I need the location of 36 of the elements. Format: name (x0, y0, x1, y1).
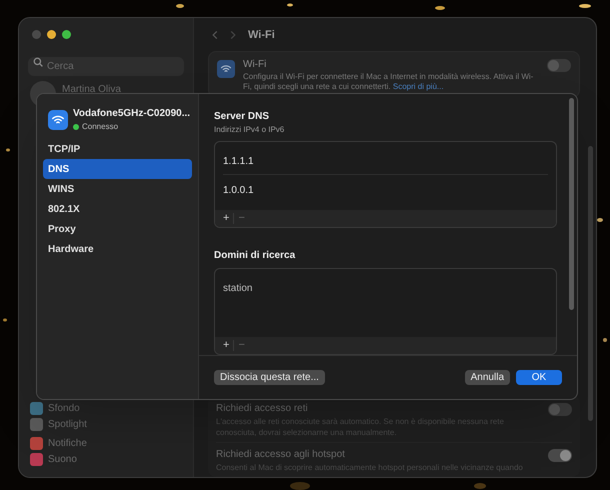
ok-button[interactable]: OK (516, 370, 562, 385)
search-field[interactable]: Cerca (28, 57, 184, 76)
window-title: Wi-Fi (248, 28, 275, 43)
sheet-tab[interactable]: TCP/IP (43, 139, 192, 159)
setting-title: Richiedi accesso agli hotspot (216, 448, 346, 462)
forward-icon[interactable] (230, 30, 236, 40)
search-icon (33, 57, 43, 67)
minimize-button[interactable] (47, 30, 56, 39)
sheet-tab[interactable]: Hardware (43, 239, 192, 259)
setting-title: Richiedi accesso reti (216, 402, 309, 416)
network-status: Connesso (82, 121, 118, 133)
learn-more-link[interactable]: Scopri di più... (392, 82, 444, 91)
close-button[interactable] (32, 30, 41, 39)
back-icon[interactable] (212, 30, 218, 40)
section-title: Server DNS (214, 110, 270, 124)
toggle-switch[interactable] (547, 59, 571, 72)
zoom-button[interactable] (62, 30, 71, 39)
action-button[interactable]: Dissocia questa rete... (214, 370, 325, 385)
add-button[interactable]: + (219, 340, 234, 351)
toggle-switch[interactable] (548, 403, 572, 416)
action-button[interactable]: Annulla (464, 370, 510, 385)
wifi-icon (220, 63, 232, 75)
list-entry[interactable]: 1.0.0.1 (223, 185, 254, 196)
network-name: Vodafone5GHz-C02090... (73, 107, 190, 121)
toggle-switch[interactable] (548, 449, 572, 462)
sheet-tab[interactable]: Proxy (43, 219, 192, 239)
wifi-title: Wi-Fi (243, 58, 268, 72)
sheet-tab[interactable]: 802.1X (43, 199, 192, 219)
section-title: Domini di ricerca (214, 249, 296, 263)
sheet-tab[interactable]: DNS (43, 159, 192, 179)
list-entry[interactable]: station (223, 283, 252, 294)
wifi-description: Configura il Wi-Fi per connettere il Mac a Internet in modalità wireless. Attiva il Wi-Fi, quindi scegli una rete a cui connetterti. Scopri di più... (243, 72, 534, 92)
sheet-tab[interactable]: WINS (43, 179, 192, 199)
list-entry[interactable]: 1.1.1.1 (223, 156, 254, 167)
section-subtitle: Indirizzi IPv4 o IPv6 (214, 124, 286, 136)
add-button[interactable]: + (219, 213, 234, 224)
